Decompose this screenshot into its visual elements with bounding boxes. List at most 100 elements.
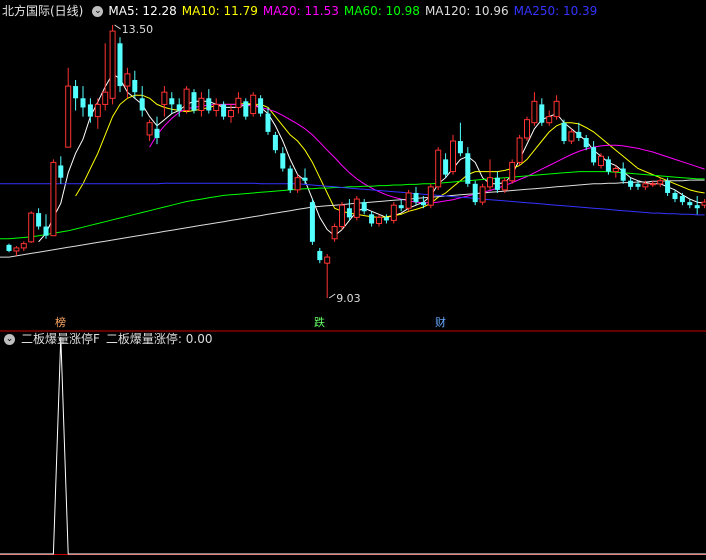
candle <box>287 165 293 193</box>
candle <box>561 119 567 145</box>
indicator-name[interactable]: 二板爆量涨停F <box>21 332 100 346</box>
candle <box>309 199 315 245</box>
candle <box>472 180 478 206</box>
candle <box>109 25 116 105</box>
candle <box>405 189 412 212</box>
candle <box>576 122 582 142</box>
candle <box>383 214 389 224</box>
candle <box>43 214 49 239</box>
ma-line-ma20 <box>149 103 705 204</box>
candle <box>701 199 706 209</box>
indicator-line <box>0 336 706 555</box>
candle <box>161 86 168 117</box>
candle <box>539 98 545 126</box>
candle <box>331 223 338 242</box>
candle <box>583 134 589 151</box>
candle <box>258 95 264 117</box>
candle <box>28 211 35 244</box>
candle <box>443 153 449 178</box>
candle <box>598 153 604 169</box>
main-header: 北方国际(日线) ⌄ MA5: 12.28 MA10: 11.79 MA20: 11.5… <box>0 0 706 22</box>
candle <box>317 247 323 264</box>
stock-title[interactable]: 北方国际(日线) <box>2 4 83 18</box>
low-price-label: 9.03 <box>336 292 361 305</box>
candle <box>206 89 212 114</box>
price-annotations: 13.50 9.03 <box>114 23 361 305</box>
candle <box>132 70 138 99</box>
candle <box>102 43 109 111</box>
chevron-down-icon[interactable]: ⌄ <box>4 334 15 345</box>
candle <box>657 177 664 187</box>
candle <box>339 202 345 230</box>
ma-legend-item: MA60: 10.98 <box>343 4 420 18</box>
candle <box>117 37 123 93</box>
candle <box>672 189 678 203</box>
chevron-down-icon[interactable]: ⌄ <box>92 6 104 17</box>
candle <box>50 159 57 237</box>
candle <box>687 199 693 209</box>
candle <box>694 196 700 215</box>
event-marker[interactable]: 榜 <box>54 316 67 330</box>
candle <box>139 86 145 117</box>
candle <box>450 134 456 175</box>
candle <box>546 110 553 126</box>
ma-line-ma120 <box>0 179 705 258</box>
candle <box>13 246 20 256</box>
candle <box>302 168 308 184</box>
candle <box>36 208 42 230</box>
candle <box>272 131 278 154</box>
candle <box>376 214 382 227</box>
main-panel-frame <box>0 330 706 555</box>
candle <box>509 159 516 184</box>
candle <box>6 243 12 253</box>
candle <box>243 98 249 120</box>
candle <box>553 95 560 120</box>
candle <box>390 202 397 224</box>
candle <box>294 174 301 193</box>
candle <box>87 98 93 123</box>
candle <box>20 241 27 251</box>
candle <box>94 98 101 129</box>
candle <box>213 98 220 117</box>
candle <box>487 159 493 190</box>
candle <box>435 147 442 190</box>
indicator-series-line <box>0 336 706 555</box>
candle <box>620 162 626 184</box>
candle <box>73 79 79 111</box>
candle <box>591 141 597 166</box>
ma-legend-item: MA250: 10.39 <box>513 4 598 18</box>
candle <box>235 92 242 114</box>
candle <box>568 128 575 145</box>
candle <box>250 92 257 117</box>
candle <box>494 171 500 193</box>
candle <box>465 147 471 187</box>
ma-legend-item: MA120: 10.96 <box>424 4 509 18</box>
ma-legend-item: MA20: 11.53 <box>262 4 339 18</box>
event-marker[interactable]: 财 <box>434 316 447 330</box>
ma-legend-item: MA5: 12.28 <box>108 4 177 18</box>
candle <box>324 254 331 298</box>
ma-line-ma60 <box>0 171 705 240</box>
candle <box>369 211 375 227</box>
candle <box>65 67 72 148</box>
candle <box>80 86 86 117</box>
candle <box>628 177 634 190</box>
ma-legend: MA5: 12.28 MA10: 11.79 MA20: 11.53 MA60: 10… <box>108 4 602 18</box>
candle <box>198 92 205 117</box>
high-price-label: 13.50 <box>122 23 154 36</box>
candle <box>169 92 175 114</box>
candle <box>146 119 153 142</box>
indicator-header: ⌄ 二板爆量涨停F 二板爆量涨停: 0.00 <box>0 329 218 349</box>
candle <box>58 156 64 184</box>
ma-line-ma250 <box>0 182 705 216</box>
indicator-value: 二板爆量涨停: 0.00 <box>105 332 213 346</box>
candle <box>457 122 463 157</box>
ma-legend-item: MA10: 11.79 <box>181 4 258 18</box>
candle <box>524 116 530 142</box>
chart-canvas: 13.50 9.03 <box>0 23 706 555</box>
candle <box>516 134 523 166</box>
candle <box>346 199 352 221</box>
candle <box>479 183 486 206</box>
event-marker[interactable]: 跌 <box>313 316 326 330</box>
candle <box>531 92 538 126</box>
